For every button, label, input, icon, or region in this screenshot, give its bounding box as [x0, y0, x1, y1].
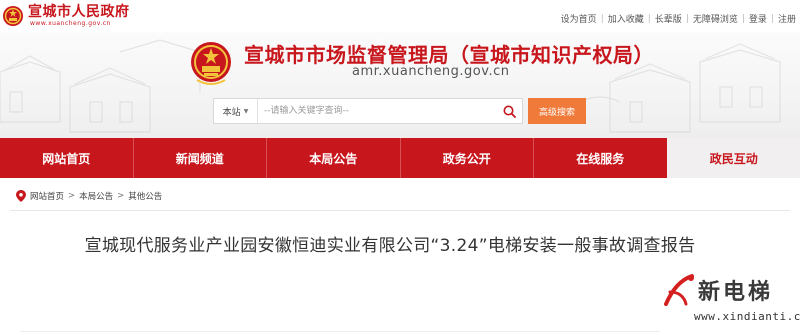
- breadcrumb-separator: >: [68, 191, 76, 201]
- watermark-logo-icon: [664, 274, 694, 306]
- nav-item-gov-affairs[interactable]: 政务公开: [399, 138, 534, 178]
- watermark: 新电梯 www.xindianti.cn: [660, 270, 800, 336]
- site-domain: amr.xuancheng.gov.cn: [352, 64, 510, 79]
- portal-url: www.xuancheng.gov.cn: [30, 20, 111, 27]
- nav-item-home[interactable]: 网站首页: [0, 138, 133, 178]
- portal-logo[interactable]: 宣城市人民政府 www.xuancheng.gov.cn: [0, 2, 130, 30]
- watermark-name: 新电梯: [698, 280, 774, 305]
- breadcrumb-announcements[interactable]: 本局公告: [79, 190, 113, 202]
- set-homepage-link[interactable]: 设为首页: [561, 12, 597, 25]
- breadcrumb: 网站首页 > 本局公告 > 其他公告: [16, 190, 162, 202]
- breadcrumb-other[interactable]: 其他公告: [128, 190, 162, 202]
- add-favorite-link[interactable]: 加入收藏: [608, 12, 644, 25]
- divider: [20, 331, 660, 332]
- advanced-search-button[interactable]: 高级搜索: [528, 98, 586, 124]
- nav-item-interaction[interactable]: 政民互动: [666, 138, 800, 178]
- nav-item-news[interactable]: 新闻频道: [132, 138, 267, 178]
- divider: |: [647, 13, 651, 24]
- accessibility-link[interactable]: 无障碍浏览: [693, 12, 738, 25]
- nav-item-announcements[interactable]: 本局公告: [266, 138, 400, 178]
- header-banner: 宣城市市场监督管理局（宣城市知识产权局） amr.xuancheng.gov.c…: [0, 32, 800, 138]
- main-nav: 网站首页 新闻频道 本局公告 政务公开 在线服务 政民互动: [0, 138, 800, 178]
- nav-item-online-services[interactable]: 在线服务: [533, 138, 667, 178]
- elder-version-link[interactable]: 长辈版: [655, 12, 682, 25]
- register-link[interactable]: 注册: [778, 12, 796, 25]
- article-title: 宣城现代服务业产业园安徽恒迪实业有限公司“3.24”电梯安装一般事故调查报告: [84, 236, 696, 256]
- watermark-url: www.xindianti.cn: [694, 310, 800, 323]
- divider: |: [600, 13, 604, 24]
- divider: [10, 210, 790, 211]
- national-emblem-icon: [3, 6, 23, 26]
- search-input[interactable]: [258, 99, 496, 123]
- breadcrumb-separator: >: [117, 191, 125, 201]
- top-bar: 宣城市人民政府 www.xuancheng.gov.cn 设为首页 | 加入收藏…: [0, 0, 800, 32]
- search-scope-select[interactable]: 本站 ▼: [214, 99, 258, 123]
- search-bar: 本站 ▼: [213, 98, 523, 124]
- chevron-down-icon: ▼: [243, 107, 249, 115]
- utility-links: 设为首页 | 加入收藏 | 长辈版 | 无障碍浏览 | 登录 | 注册: [561, 12, 796, 26]
- breadcrumb-home[interactable]: 网站首页: [30, 190, 64, 202]
- divider: |: [741, 13, 745, 24]
- divider: |: [770, 13, 774, 24]
- login-link[interactable]: 登录: [749, 12, 767, 25]
- search-button[interactable]: [496, 99, 522, 123]
- search-scope-label: 本站: [222, 107, 241, 118]
- search-icon: [503, 105, 516, 118]
- location-pin-icon: [16, 190, 26, 202]
- national-emblem-icon: [191, 42, 231, 85]
- portal-name: 宣城市人民政府: [28, 4, 130, 20]
- divider: |: [685, 13, 689, 24]
